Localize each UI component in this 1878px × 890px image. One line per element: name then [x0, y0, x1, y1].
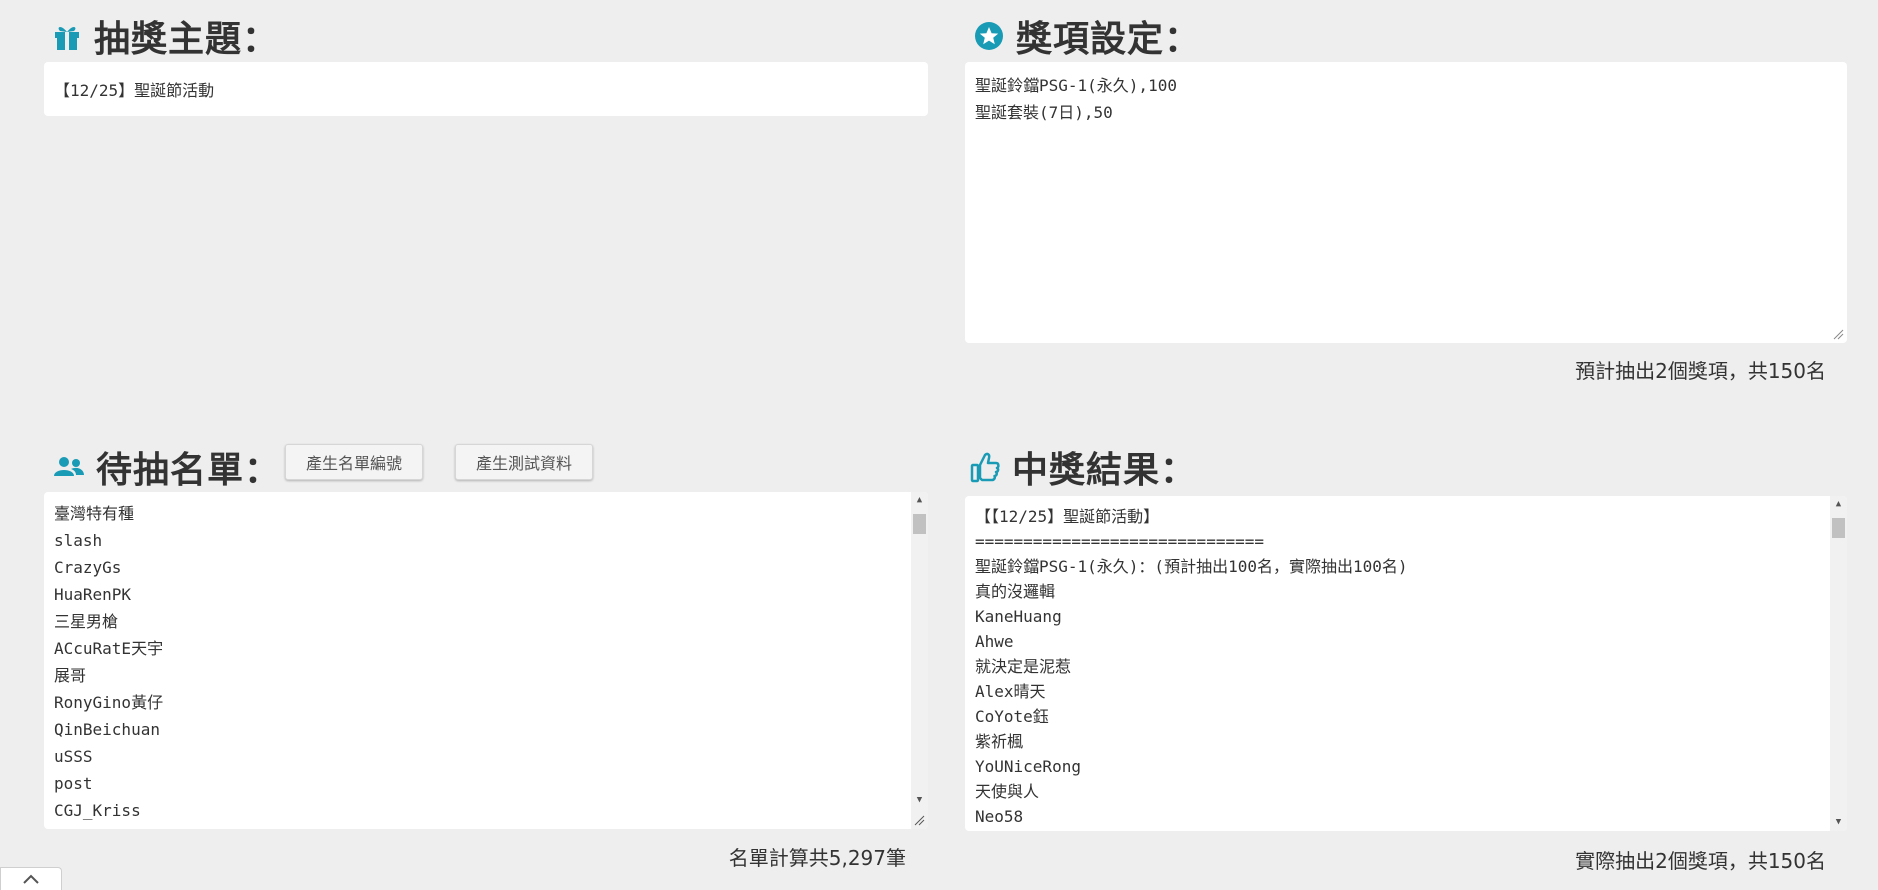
- scroll-down-arrow-icon[interactable]: ▼: [1830, 814, 1847, 830]
- candidates-list: 臺灣特有種 slash CrazyGs HuaRenPK 三星男槍 ACcuRa…: [54, 500, 918, 824]
- gift-icon: [50, 19, 84, 53]
- result-line: 聖誕鈴鐺PSG-1(永久)：(預計抽出100名，實際抽出100名): [975, 557, 1408, 576]
- result-line: Ahwe: [975, 632, 1014, 651]
- result-line: YoUNiceRong: [975, 757, 1081, 776]
- topic-input[interactable]: 【12/25】聖誕節活動: [44, 62, 928, 116]
- candidate-name: 臺灣特有種: [54, 504, 135, 523]
- resize-grip-icon[interactable]: [1832, 328, 1844, 340]
- thumbs-up-icon: [968, 450, 1002, 484]
- candidate-name: CrazyGs: [54, 558, 122, 577]
- prizes-header: 獎項設定：: [972, 10, 1201, 62]
- result-line: CoYote鈺: [975, 707, 1049, 726]
- candidate-name: QinBeichuan: [54, 720, 160, 739]
- candidate-name: 三星男槍: [54, 612, 119, 631]
- candidate-name: ACcuRatE天宇: [54, 639, 164, 658]
- candidates-summary: 名單計算共5,297筆: [728, 846, 906, 870]
- result-line: 紫祈楓: [975, 732, 1024, 751]
- scroll-up-arrow-icon[interactable]: ▲: [1830, 496, 1847, 512]
- result-line: 真的沒邏輯: [975, 582, 1056, 601]
- prize-line: 聖誕鈴鐺PSG-1(永久),100: [975, 76, 1177, 95]
- star-icon: [972, 19, 1006, 53]
- users-icon: [52, 450, 86, 484]
- result-line: Alex晴天: [975, 682, 1046, 701]
- candidates-header: 待抽名單：: [52, 441, 281, 493]
- candidates-title: 待抽名單：: [96, 450, 282, 491]
- result-line: ==============================: [975, 532, 1264, 551]
- topic-header: 抽獎主題：: [50, 10, 279, 62]
- prizes-textarea[interactable]: 聖誕鈴鐺PSG-1(永久),100 聖誕套裝(7日),50: [965, 62, 1847, 343]
- results-summary: 實際抽出2個獎項，共150名: [1575, 849, 1826, 873]
- chevron-up-icon: [23, 874, 39, 884]
- scroll-thumb[interactable]: [913, 514, 926, 534]
- scroll-top-tab[interactable]: [0, 867, 62, 890]
- prizes-list: 聖誕鈴鐺PSG-1(永久),100 聖誕套裝(7日),50: [975, 72, 1837, 126]
- candidate-name: HuaRenPK: [54, 585, 132, 604]
- resize-grip-icon[interactable]: [913, 814, 925, 826]
- result-line: 天使與人: [975, 782, 1040, 801]
- generate-test-data-button[interactable]: 產生測試資料: [455, 444, 593, 480]
- results-list: 【【12/25】聖誕節活動】 =========================…: [975, 504, 1837, 829]
- candidates-scrollbar[interactable]: ▲ ▼: [911, 492, 928, 829]
- result-line: 就決定是泥惹: [975, 657, 1072, 676]
- prizes-summary: 預計抽出2個獎項，共150名: [1575, 359, 1826, 383]
- prize-line: 聖誕套裝(7日),50: [975, 103, 1113, 122]
- results-title: 中獎結果：: [1012, 450, 1198, 491]
- candidate-name: RonyGino黃仔: [54, 693, 164, 712]
- topic-value: 【12/25】聖誕節活動: [54, 81, 215, 100]
- prizes-title: 獎項設定：: [1016, 19, 1202, 60]
- candidate-name: CGJ_Kriss: [54, 801, 141, 820]
- generate-numbers-button[interactable]: 產生名單編號: [285, 444, 423, 480]
- candidate-name: slash: [54, 531, 103, 550]
- results-header: 中獎結果：: [968, 441, 1197, 493]
- results-textarea[interactable]: 【【12/25】聖誕節活動】 =========================…: [965, 496, 1847, 831]
- scroll-up-arrow-icon[interactable]: ▲: [911, 492, 928, 508]
- candidate-name: 展哥: [54, 666, 87, 685]
- candidate-name: uSSS: [54, 747, 93, 766]
- results-scrollbar[interactable]: ▲ ▼: [1830, 496, 1847, 831]
- result-line: Neo58: [975, 807, 1024, 826]
- result-line: KaneHuang: [975, 607, 1062, 626]
- result-line: 【【12/25】聖誕節活動】: [975, 507, 1160, 526]
- candidate-name: post: [54, 774, 93, 793]
- scroll-thumb[interactable]: [1832, 518, 1845, 538]
- topic-title: 抽獎主題：: [94, 19, 280, 60]
- candidates-textarea[interactable]: 臺灣特有種 slash CrazyGs HuaRenPK 三星男槍 ACcuRa…: [44, 492, 928, 829]
- scroll-down-arrow-icon[interactable]: ▼: [911, 792, 928, 808]
